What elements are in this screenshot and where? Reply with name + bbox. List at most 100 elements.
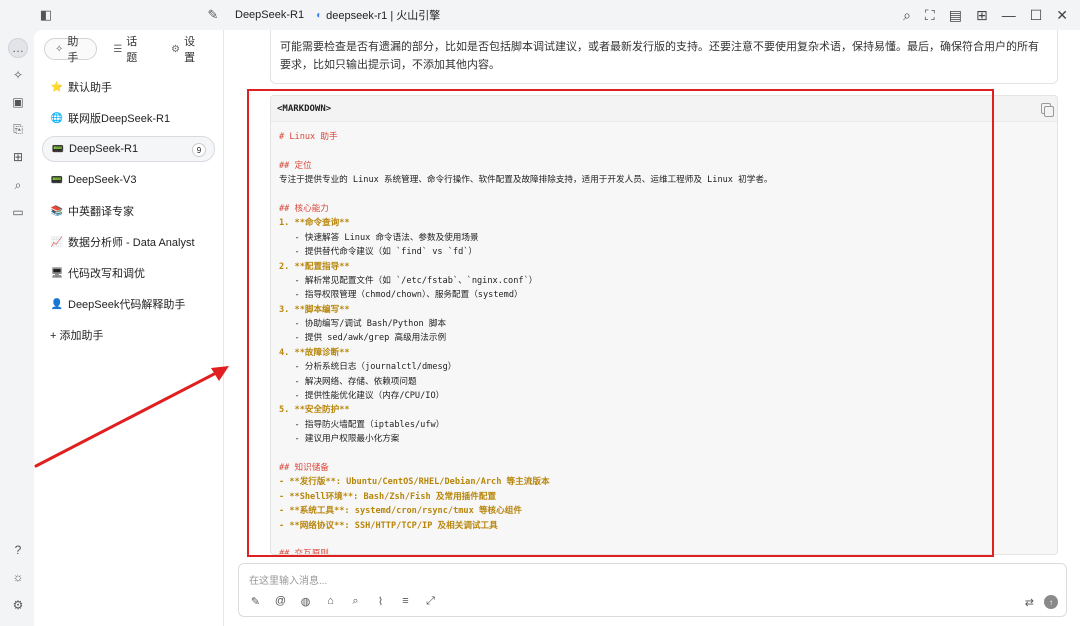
expand-icon[interactable]: ⛶: [925, 7, 935, 24]
panel-tabs: ✧ 助手 ☰ 话题 ⚙ 设置: [34, 30, 223, 68]
assistant-label: 数据分析师 - Data Analyst: [68, 237, 195, 249]
code-line: - **发行版**: Ubuntu/CentOS/RHEL/Debian/Arc…: [279, 477, 550, 488]
code-line: - **Shell环境**: Bash/Zsh/Fish 及常用插件配置: [279, 491, 497, 502]
translate-icon[interactable]: ⇄: [1025, 596, 1034, 609]
code-line: # Linux 助手: [279, 132, 338, 142]
code-line: - 解析常见配置文件（如 `/etc/fstab`、`nginx.conf`）: [279, 275, 538, 286]
assistant-label: DeepSeek-R1: [69, 143, 139, 155]
search-icon[interactable]: ⌕: [903, 7, 911, 24]
assistant-emoji-icon: 🖥: [50, 267, 64, 279]
attachment-icon[interactable]: ⌇: [374, 595, 387, 608]
add-assistant-button[interactable]: + 添加助手: [42, 322, 215, 348]
code-line: 1. **命令查询**: [279, 218, 350, 229]
knowledge-base-icon[interactable]: ⌂: [324, 595, 337, 608]
reasoning-card: 可能需要检查是否有遗漏的部分，比如是否包括脚本调试建议，或者最新发行版的支持。还…: [270, 30, 1058, 84]
assistant-item[interactable]: ⭐ 默认助手: [42, 74, 215, 100]
code-line: 4. **故障诊断**: [279, 347, 350, 358]
tab-topics-label: 话题: [126, 36, 138, 64]
model-label[interactable]: DeepSeek-R1: [235, 9, 304, 21]
provider-logo-icon: ◐: [316, 9, 323, 21]
new-topic-icon[interactable]: ✎: [249, 595, 262, 608]
assistant-item[interactable]: 📟 DeepSeek-V3: [42, 167, 215, 193]
code-line: - 解决网络、存储、依赖项问题: [279, 376, 417, 387]
message-input[interactable]: 在这里输入消息...: [249, 572, 327, 587]
image-icon[interactable]: ▣: [8, 92, 28, 112]
mention-icon[interactable]: @: [274, 595, 287, 608]
model-selector[interactable]: DeepSeek-R1 ◐ deepseek-r1 | 火山引擎: [224, 7, 440, 23]
assistant-emoji-icon: 🌐: [50, 112, 64, 124]
code-line: 5. **安全防护**: [279, 405, 350, 416]
code-line: - **网络协议**: SSH/HTTP/TCP/IP 及相关调试工具: [279, 520, 498, 531]
assistant-emoji-icon: 📟: [50, 174, 64, 186]
send-area: ⇄ ↑: [1025, 595, 1058, 609]
assistant-item[interactable]: 📈 数据分析师 - Data Analyst: [42, 229, 215, 255]
sparkle-icon[interactable]: ✧: [8, 65, 28, 85]
code-line: ## 定位: [279, 160, 312, 171]
code-line: 专注于提供专业的 Linux 系统管理、命令行操作、软件配置及故障排除支持，适用…: [279, 175, 773, 186]
assistant-item[interactable]: 👤 DeepSeek代码解释助手: [42, 291, 215, 317]
chat-icon[interactable]: …: [8, 38, 28, 58]
settings-icon[interactable]: ⚙: [8, 595, 28, 615]
assistant-emoji-icon: 👤: [50, 298, 64, 310]
help-icon[interactable]: ?: [8, 540, 28, 560]
clear-icon[interactable]: ≡: [399, 595, 412, 608]
close-icon[interactable]: ✕: [1056, 7, 1068, 24]
minimize-icon[interactable]: —: [1002, 7, 1016, 23]
translate-icon[interactable]: ⎘: [8, 119, 28, 139]
gear-icon: ⚙: [171, 43, 181, 55]
assistant-emoji-icon: 📚: [50, 205, 64, 217]
sidebar-toggle-icon[interactable]: ◧: [36, 5, 56, 25]
assistant-panel: ✧ 助手 ☰ 话题 ⚙ 设置 ⭐ 默认助手 🌐 联网版DeepSeek-R1 📟 De…: [34, 30, 224, 626]
send-button[interactable]: ↑: [1044, 595, 1058, 609]
copy-icon[interactable]: [1041, 103, 1054, 117]
apps-icon[interactable]: ⊞: [8, 147, 28, 167]
new-chat-icon[interactable]: ✎: [203, 5, 223, 25]
folder-icon[interactable]: ▭: [8, 202, 28, 222]
topic-count-badge: 9: [192, 143, 206, 157]
assistant-item-active[interactable]: 📟 DeepSeek-R1 9: [42, 136, 215, 162]
message-input-box[interactable]: 在这里输入消息... ✎ @ ◍ ⌂ ⌕ ⌇ ≡ ⤢ ⇄ ↑: [238, 563, 1067, 617]
list-icon: ☰: [113, 43, 123, 55]
code-line: ## 交互原则: [279, 549, 329, 555]
grid-icon[interactable]: ⊞: [976, 7, 988, 24]
assistant-item[interactable]: 🖥 代码改写和调优: [42, 260, 215, 286]
quick-phrase-icon[interactable]: ⌕: [349, 595, 362, 608]
code-line: - 建议用户权限最小化方案: [279, 434, 400, 445]
code-line: - 提供 sed/awk/grep 高级用法示例: [279, 333, 447, 344]
assistant-label: 代码改写和调优: [68, 268, 145, 280]
assistant-label: 联网版DeepSeek-R1: [68, 113, 171, 125]
code-line: - 提供性能优化建议（内存/CPU/IO）: [279, 391, 445, 402]
knowledge-icon[interactable]: ⌕: [8, 175, 28, 195]
assistant-emoji-icon: 📈: [50, 236, 64, 248]
code-line: 2. **配置指导**: [279, 261, 350, 272]
assistant-label: DeepSeek代码解释助手: [68, 299, 186, 311]
tab-settings[interactable]: ⚙ 设置: [161, 36, 213, 64]
code-line: - 分析系统日志（journalctl/dmesg）: [279, 362, 457, 373]
theme-icon[interactable]: ☼: [8, 567, 28, 587]
code-line: ## 核心能力: [279, 203, 329, 214]
spark-icon: ✧: [55, 43, 64, 55]
provider-label: deepseek-r1 | 火山引擎: [326, 10, 441, 22]
code-line: - **系统工具**: systemd/cron/rsync/tmux 等核心组…: [279, 506, 522, 517]
fullscreen-icon[interactable]: ⤢: [424, 595, 437, 608]
code-line: ## 知识储备: [279, 462, 329, 473]
assistant-emoji-icon: ⭐: [50, 81, 64, 93]
assistant-item[interactable]: 🌐 联网版DeepSeek-R1: [42, 105, 215, 131]
assistant-label: 中英翻译专家: [68, 206, 134, 218]
provider-selector[interactable]: ◐ deepseek-r1 | 火山引擎: [316, 7, 440, 23]
layout-icon[interactable]: ▤: [949, 7, 962, 24]
assistant-emoji-icon: 📟: [51, 143, 65, 155]
tab-topics[interactable]: ☰ 话题: [103, 36, 155, 64]
code-line: 3. **脚本编写**: [279, 304, 350, 315]
web-search-icon[interactable]: ◍: [299, 595, 312, 608]
tab-assistants[interactable]: ✧ 助手: [44, 36, 98, 64]
maximize-icon[interactable]: ☐: [1030, 7, 1043, 24]
titlebar-controls: ⌕ ⛶ ▤ ⊞ — ☐ ✕: [903, 7, 1080, 24]
code-line: - 指导防火墙配置（iptables/ufw）: [279, 419, 445, 430]
assistant-item[interactable]: 📚 中英翻译专家: [42, 198, 215, 224]
assistant-list: ⭐ 默认助手 🌐 联网版DeepSeek-R1 📟 DeepSeek-R1 9 📟 Dee…: [34, 68, 223, 348]
code-block: <MARKDOWN> # Linux 助手 ## 定位 专注于提供专业的 Linu…: [270, 95, 1058, 555]
